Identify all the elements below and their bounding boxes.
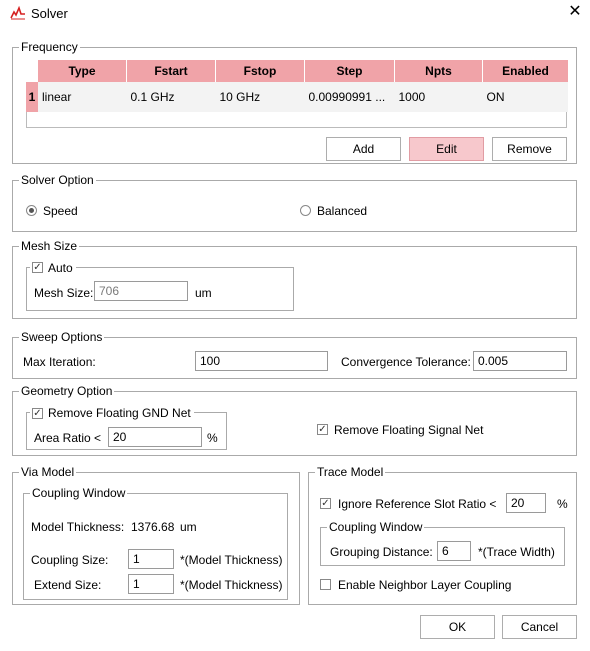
area-ratio-unit: % <box>207 431 218 445</box>
max-iteration-input[interactable]: 100 <box>195 351 328 371</box>
neighbor-layer-coupling-label: Enable Neighbor Layer Coupling <box>338 578 512 592</box>
add-button[interactable]: Add <box>326 137 401 161</box>
convergence-tolerance-label: Convergence Tolerance: <box>341 355 471 369</box>
extend-size-input[interactable]: 1 <box>128 574 174 594</box>
row-number: 1 <box>26 82 38 112</box>
ok-button[interactable]: OK <box>420 615 495 639</box>
ignore-slot-ratio-label: Ignore Reference Slot Ratio < <box>338 497 497 511</box>
extend-size-unit: *(Model Thickness) <box>180 578 283 592</box>
model-thickness-label: Model Thickness: <box>31 520 125 534</box>
trace-model-legend: Trace Model <box>315 465 386 479</box>
coupling-size-label: Coupling Size: <box>31 553 109 567</box>
balanced-label: Balanced <box>317 204 368 218</box>
remove-floating-gnd-checkbox[interactable]: ✓ <box>32 408 43 419</box>
column-header-enabled[interactable]: Enabled <box>482 60 568 82</box>
grouping-distance-label: Grouping Distance: <box>330 545 433 559</box>
cell-enabled[interactable]: ON <box>482 82 568 112</box>
remove-floating-signal-checkbox[interactable]: ✓ <box>317 424 328 435</box>
cell-fstart[interactable]: 0.1 GHz <box>126 82 216 112</box>
cancel-button[interactable]: Cancel <box>502 615 577 639</box>
ignore-slot-ratio-unit: % <box>557 497 568 511</box>
area-ratio-input[interactable]: 20 <box>108 427 202 447</box>
geometry-option-legend: Geometry Option <box>19 384 115 398</box>
balanced-radio[interactable] <box>300 205 311 216</box>
mesh-size-input[interactable]: 706 <box>94 281 188 301</box>
ignore-slot-ratio-input[interactable]: 20 <box>506 493 546 513</box>
remove-button[interactable]: Remove <box>492 137 567 161</box>
trace-coupling-window-legend: Coupling Window <box>327 520 425 534</box>
via-model-legend: Via Model <box>19 465 77 479</box>
close-icon[interactable]: ✕ <box>566 3 584 21</box>
column-header-fstop[interactable]: Fstop <box>215 60 305 82</box>
coupling-size-input[interactable]: 1 <box>128 549 174 569</box>
column-header-type[interactable]: Type <box>38 60 127 82</box>
sweep-options-legend: Sweep Options <box>19 330 105 344</box>
solver-option-group: Solver Option <box>12 173 577 232</box>
cell-npts[interactable]: 1000 <box>394 82 483 112</box>
cell-step[interactable]: 0.00990991 ... <box>304 82 395 112</box>
grouping-distance-unit: *(Trace Width) <box>478 545 555 559</box>
max-iteration-label: Max Iteration: <box>23 355 96 369</box>
auto-label: Auto <box>48 261 73 275</box>
column-header-step[interactable]: Step <box>304 60 395 82</box>
edit-button[interactable]: Edit <box>409 137 484 161</box>
app-logo-icon <box>10 6 25 20</box>
mesh-size-unit: um <box>195 286 212 300</box>
frequency-legend: Frequency <box>19 40 80 54</box>
auto-checkbox[interactable]: ✓ <box>32 262 43 273</box>
area-ratio-label: Area Ratio < <box>34 431 102 445</box>
table-corner <box>26 60 38 82</box>
frequency-table[interactable]: Type Fstart Fstop Step Npts Enabled 1 li… <box>26 60 568 112</box>
table-header-row: Type Fstart Fstop Step Npts Enabled <box>26 60 568 82</box>
mesh-size-label: Mesh Size: <box>34 286 94 300</box>
coupling-size-unit: *(Model Thickness) <box>180 553 283 567</box>
remove-floating-signal-label: Remove Floating Signal Net <box>334 423 484 437</box>
mesh-size-legend: Mesh Size <box>19 239 80 253</box>
solver-option-legend: Solver Option <box>19 173 96 187</box>
cell-type[interactable]: linear <box>38 82 127 112</box>
model-thickness-unit: um <box>180 520 197 534</box>
grouping-distance-input[interactable]: 6 <box>437 541 471 561</box>
model-thickness-value: 1376.68 <box>131 520 175 534</box>
ignore-slot-ratio-checkbox[interactable]: ✓ <box>320 498 331 509</box>
window-title: Solver <box>31 6 68 21</box>
convergence-tolerance-input[interactable]: 0.005 <box>473 351 567 371</box>
column-header-npts[interactable]: Npts <box>394 60 483 82</box>
cell-fstop[interactable]: 10 GHz <box>215 82 305 112</box>
column-header-fstart[interactable]: Fstart <box>126 60 216 82</box>
table-row[interactable]: 1 linear 0.1 GHz 10 GHz 0.00990991 ... 1… <box>26 82 568 112</box>
speed-radio[interactable] <box>26 205 37 216</box>
speed-label: Speed <box>43 204 78 218</box>
title-bar: Solver ✕ <box>0 0 590 26</box>
neighbor-layer-coupling-checkbox[interactable] <box>320 579 331 590</box>
via-coupling-window-legend: Coupling Window <box>30 486 128 500</box>
remove-floating-gnd-label: Remove Floating GND Net <box>48 406 191 420</box>
extend-size-label: Extend Size: <box>34 578 102 592</box>
